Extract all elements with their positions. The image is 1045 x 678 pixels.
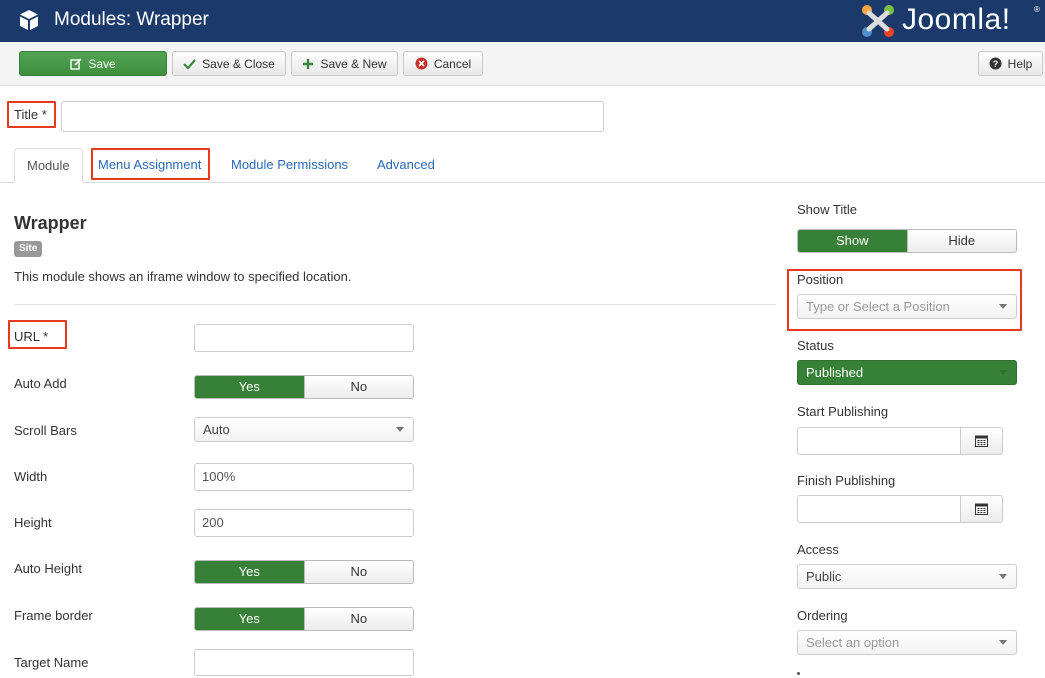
cancel-button[interactable]: Cancel: [403, 51, 483, 76]
calendar-icon: [975, 435, 988, 447]
joomla-logo-icon: [862, 5, 894, 37]
truncated-label-fragment: [797, 672, 800, 675]
frame-border-label: Frame border: [14, 608, 93, 623]
access-label: Access: [797, 542, 839, 557]
auto-add-no[interactable]: No: [303, 376, 413, 398]
scroll-bars-value: Auto: [203, 422, 230, 437]
check-icon: [183, 58, 196, 70]
start-publishing-calendar-button[interactable]: [960, 427, 1003, 455]
title-input[interactable]: [61, 101, 604, 132]
width-input[interactable]: 100%: [194, 463, 414, 491]
scroll-bars-select[interactable]: Auto: [194, 417, 414, 442]
scroll-bars-label: Scroll Bars: [14, 423, 77, 438]
frame-border-no[interactable]: No: [303, 608, 413, 630]
finish-publishing-label: Finish Publishing: [797, 473, 896, 488]
chevron-down-icon: [999, 370, 1007, 375]
auto-height-no[interactable]: No: [303, 561, 413, 583]
site-badge: Site: [14, 241, 43, 257]
logo-wordmark: Joomla!: [902, 3, 1011, 36]
chevron-down-icon: [999, 304, 1007, 309]
status-select[interactable]: Published: [797, 360, 1017, 385]
chevron-down-icon: [396, 427, 404, 432]
module-description: This module shows an iframe window to sp…: [14, 269, 352, 284]
start-publishing-label: Start Publishing: [797, 404, 889, 419]
finish-publishing-input[interactable]: [797, 495, 961, 523]
auto-add-yes[interactable]: Yes: [195, 376, 304, 398]
start-publishing-input[interactable]: [797, 427, 961, 455]
height-label: Height: [14, 515, 52, 530]
cancel-icon: [415, 57, 428, 70]
show-title-show[interactable]: Show: [798, 230, 907, 252]
position-select[interactable]: Type or Select a Position: [797, 294, 1017, 319]
help-button[interactable]: ? Help: [978, 51, 1043, 76]
calendar-icon: [975, 503, 988, 515]
auto-height-yes[interactable]: Yes: [195, 561, 304, 583]
title-label: Title *: [14, 107, 47, 122]
save-button[interactable]: Save: [19, 51, 167, 76]
tab-menu-assignment[interactable]: Menu Assignment: [86, 148, 213, 183]
target-name-input[interactable]: [194, 649, 414, 676]
save-label: Save: [88, 56, 116, 71]
save-close-label: Save & Close: [202, 56, 275, 71]
frame-border-toggle: Yes No: [194, 607, 414, 631]
auto-height-toggle: Yes No: [194, 560, 414, 584]
ordering-placeholder: Select an option: [806, 635, 900, 650]
frame-border-yes[interactable]: Yes: [195, 608, 304, 630]
module-heading: Wrapper: [14, 213, 87, 233]
url-label: URL *: [14, 329, 49, 344]
help-label: Help: [1007, 56, 1033, 71]
show-title-hide[interactable]: Hide: [906, 230, 1016, 252]
edit-icon: [70, 57, 82, 70]
position-label: Position: [797, 272, 844, 287]
tab-advanced[interactable]: Advanced: [365, 148, 447, 183]
app-header: Modules: Wrapper Joomla! ®: [0, 0, 1045, 42]
cube-icon: [20, 10, 38, 30]
finish-publishing-calendar-button[interactable]: [960, 495, 1003, 523]
show-title-toggle: Show Hide: [797, 229, 1017, 253]
auto-add-label: Auto Add: [14, 376, 67, 391]
page-title: Modules: Wrapper: [54, 9, 209, 30]
status-value: Published: [806, 365, 864, 380]
access-value: Public: [806, 569, 842, 584]
target-name-label: Target Name: [14, 655, 89, 670]
chevron-down-icon: [999, 574, 1007, 579]
plus-icon: [303, 58, 314, 69]
save-new-label: Save & New: [320, 56, 387, 71]
tab-module[interactable]: Module: [14, 148, 83, 183]
show-title-label: Show Title: [797, 202, 857, 217]
ordering-select[interactable]: Select an option: [797, 630, 1017, 655]
section-divider: [14, 304, 776, 305]
width-label: Width: [14, 469, 48, 484]
tab-module-permissions[interactable]: Module Permissions: [219, 148, 360, 183]
save-new-button[interactable]: Save & New: [291, 51, 398, 76]
ordering-label: Ordering: [797, 608, 848, 623]
toolbar: Save Save & Close Save & New Cancel ? He…: [0, 42, 1045, 86]
url-input[interactable]: [194, 324, 414, 352]
auto-height-label: Auto Height: [14, 561, 82, 576]
cancel-label: Cancel: [433, 56, 472, 71]
question-icon: ?: [989, 57, 1002, 70]
position-placeholder: Type or Select a Position: [806, 299, 950, 314]
access-select[interactable]: Public: [797, 564, 1017, 589]
logo-registered: ®: [1034, 5, 1040, 14]
auto-add-toggle: Yes No: [194, 375, 414, 399]
chevron-down-icon: [999, 640, 1007, 645]
save-close-button[interactable]: Save & Close: [172, 51, 286, 76]
status-label: Status: [797, 338, 834, 353]
height-input[interactable]: 200: [194, 509, 414, 537]
joomla-logo: Joomla! ®: [858, 2, 1040, 40]
svg-text:?: ?: [992, 59, 998, 69]
